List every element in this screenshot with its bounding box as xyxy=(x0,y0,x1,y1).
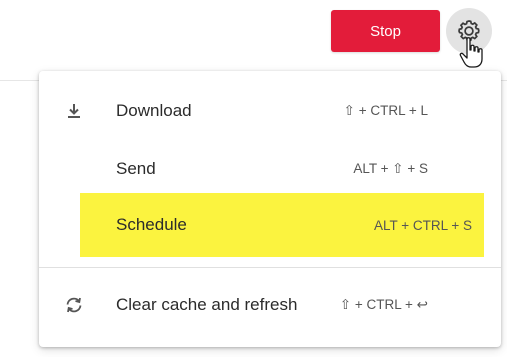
menu-item-shortcut: ⇧ + CTRL + ↩ xyxy=(339,297,428,312)
stop-button[interactable]: Stop xyxy=(331,10,440,52)
hand-pointer-icon xyxy=(459,37,483,68)
menu-item-label: Send xyxy=(116,159,156,178)
menu-item-shortcut: ⇧ + CTRL + L xyxy=(343,103,428,118)
app-stage: Stop Download ⇧ + CTRL + L Send ALT + ⇧ … xyxy=(0,0,507,357)
menu-item-label: Schedule xyxy=(116,215,187,234)
menu-item-label: Download xyxy=(116,101,192,120)
menu-item-label: Clear cache and refresh xyxy=(116,295,298,314)
menu-item-shortcut: ALT + ⇧ + S xyxy=(353,161,428,176)
menu-divider xyxy=(39,267,501,268)
menu-item-clear-cache[interactable]: Clear cache and refresh ⇧ + CTRL + ↩ xyxy=(41,274,444,336)
menu-item-schedule[interactable]: Schedule ALT + CTRL + S xyxy=(80,193,484,257)
menu-item-send[interactable]: Send ALT + ⇧ + S xyxy=(41,138,444,200)
download-icon xyxy=(62,99,86,123)
menu-item-shortcut: ALT + CTRL + S xyxy=(373,217,472,233)
refresh-icon xyxy=(62,293,86,317)
menu-item-download[interactable]: Download ⇧ + CTRL + L xyxy=(41,80,444,142)
